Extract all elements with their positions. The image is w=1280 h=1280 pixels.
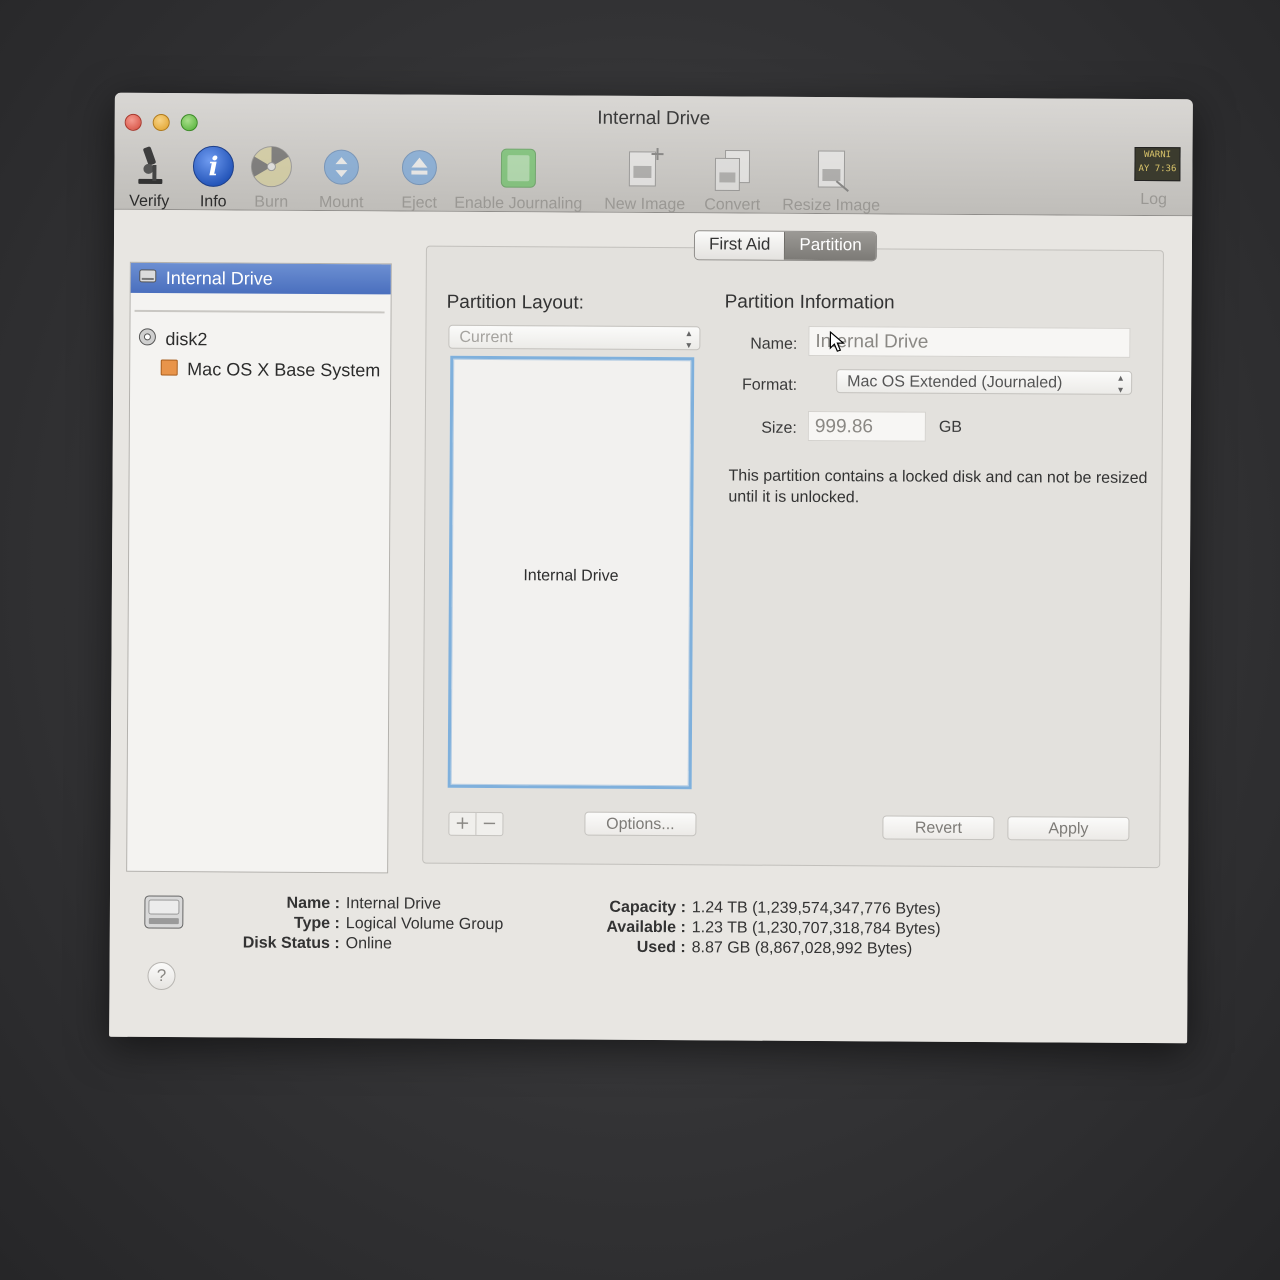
format-label: Format:: [741, 376, 798, 394]
add-partition-button[interactable]: +: [449, 813, 475, 835]
resize-image-button[interactable]: Resize Image: [782, 147, 880, 216]
mouse-cursor-icon: [829, 330, 846, 357]
disk-type-label: Type :: [293, 914, 340, 933]
mount-button[interactable]: Mount: [318, 144, 364, 212]
new-image-icon: [622, 146, 668, 192]
sidebar-item-label: disk2: [165, 329, 208, 350]
burn-button[interactable]: Burn: [248, 144, 294, 212]
convert-label: Convert: [704, 196, 761, 214]
size-label: Size:: [761, 419, 797, 437]
popup-arrows-icon: ▴ ▾: [1118, 372, 1124, 396]
microscope-icon: [126, 143, 172, 189]
verify-label: Verify: [129, 192, 170, 211]
available-label: Available :: [606, 918, 686, 937]
enable-journaling-label: Enable Journaling: [454, 194, 583, 213]
partition-layout-value: Current: [459, 328, 513, 347]
disk-type-value: Logical Volume Group: [345, 915, 504, 934]
journal-icon: [495, 145, 541, 191]
title-bar: Internal Drive Verify i Info Burn Mount …: [114, 92, 1193, 217]
disk-list[interactable]: Internal Drive disk2 Mac OS X Base Syste…: [126, 261, 392, 874]
sidebar-item-internal-drive[interactable]: Internal Drive: [130, 262, 391, 295]
sidebar-divider: [134, 309, 385, 314]
partition-information-title: Partition Information: [724, 291, 895, 314]
sidebar-item-mac-os-x-base-system[interactable]: Mac OS X Base System: [130, 355, 390, 385]
log-console-icon[interactable]: WARNI AY 7:36: [1134, 146, 1181, 182]
resize-image-icon: [808, 147, 854, 193]
sidebar-item-label: Mac OS X Base System: [187, 359, 381, 381]
mount-icon: [318, 144, 364, 190]
partition-layout-title: Partition Layout:: [446, 291, 584, 314]
used-label: Used :: [636, 938, 686, 957]
log-icon-line-1: WARNI: [1143, 150, 1172, 161]
convert-icon: [709, 146, 755, 192]
info-button[interactable]: i Info: [190, 143, 236, 211]
available-value: 1.23 TB (1,230,707,318,784 Bytes): [691, 919, 941, 938]
hard-drive-icon: [142, 890, 186, 938]
optical-disk-icon: [138, 326, 156, 354]
remove-partition-button[interactable]: −: [475, 812, 503, 836]
locked-disk-note: This partition contains a locked disk an…: [728, 467, 1148, 507]
add-remove-control: + −: [448, 811, 504, 837]
eject-button[interactable]: Eject: [396, 144, 442, 212]
log-button[interactable]: Log: [1140, 187, 1167, 209]
eject-icon: [396, 144, 442, 190]
verify-button[interactable]: Verify: [126, 143, 172, 211]
sidebar-item-disk2[interactable]: disk2: [130, 325, 390, 355]
disk-name-label: Name :: [286, 894, 340, 913]
eject-label: Eject: [401, 194, 438, 212]
disk-status-value: Online: [345, 935, 393, 953]
capacity-value: 1.24 TB (1,239,574,347,776 Bytes): [691, 899, 941, 918]
tab-bar: First Aid Partition: [693, 230, 877, 262]
new-image-button[interactable]: New Image: [604, 146, 685, 214]
convert-button[interactable]: Convert: [704, 146, 760, 214]
size-unit: GB: [938, 418, 963, 436]
options-button[interactable]: Options...: [584, 811, 697, 837]
format-popup[interactable]: Mac OS Extended (Journaled) ▴ ▾: [836, 369, 1133, 396]
apply-button[interactable]: Apply: [1007, 816, 1130, 841]
help-button[interactable]: ?: [147, 961, 176, 991]
tab-partition[interactable]: Partition: [784, 231, 876, 261]
resize-image-label: Resize Image: [782, 196, 881, 215]
log-label: Log: [1140, 190, 1168, 209]
format-value: Mac OS Extended (Journaled): [847, 373, 1063, 392]
size-field[interactable]: 999.86: [807, 410, 926, 442]
sidebar-item-label: Internal Drive: [165, 268, 273, 289]
info-icon: i: [190, 143, 236, 189]
partition-block-label: Internal Drive: [523, 567, 619, 585]
used-value: 8.87 GB (8,867,028,992 Bytes): [691, 939, 913, 958]
partition-map[interactable]: Internal Drive: [447, 355, 695, 790]
disk-status-label: Disk Status :: [242, 934, 340, 953]
revert-button[interactable]: Revert: [882, 815, 995, 841]
volume-icon: [160, 356, 178, 384]
partition-layout-popup[interactable]: Current ▴ ▾: [448, 324, 701, 352]
burn-label: Burn: [254, 193, 289, 211]
disk-utility-window: Internal Drive Verify i Info Burn Mount …: [109, 92, 1193, 1044]
new-image-label: New Image: [604, 195, 686, 214]
popup-arrows-icon: ▴ ▾: [686, 328, 692, 352]
burn-disc-icon: [248, 144, 294, 190]
window-title: Internal Drive: [597, 107, 711, 130]
enable-journaling-button[interactable]: Enable Journaling: [454, 145, 583, 214]
info-label: Info: [199, 193, 227, 211]
capacity-label: Capacity :: [609, 898, 686, 917]
svg-text:i: i: [208, 152, 218, 182]
content-area: Internal Drive disk2 Mac OS X Base Syste…: [109, 209, 1193, 1044]
disk-name-value: Internal Drive: [345, 895, 442, 913]
tab-first-aid[interactable]: First Aid: [694, 231, 785, 260]
drive-icon: [139, 264, 157, 294]
name-label: Name:: [750, 335, 798, 353]
mount-label: Mount: [318, 193, 364, 212]
log-icon-line-2: AY 7:36: [1138, 163, 1177, 175]
name-field[interactable]: Internal Drive: [808, 325, 1131, 358]
